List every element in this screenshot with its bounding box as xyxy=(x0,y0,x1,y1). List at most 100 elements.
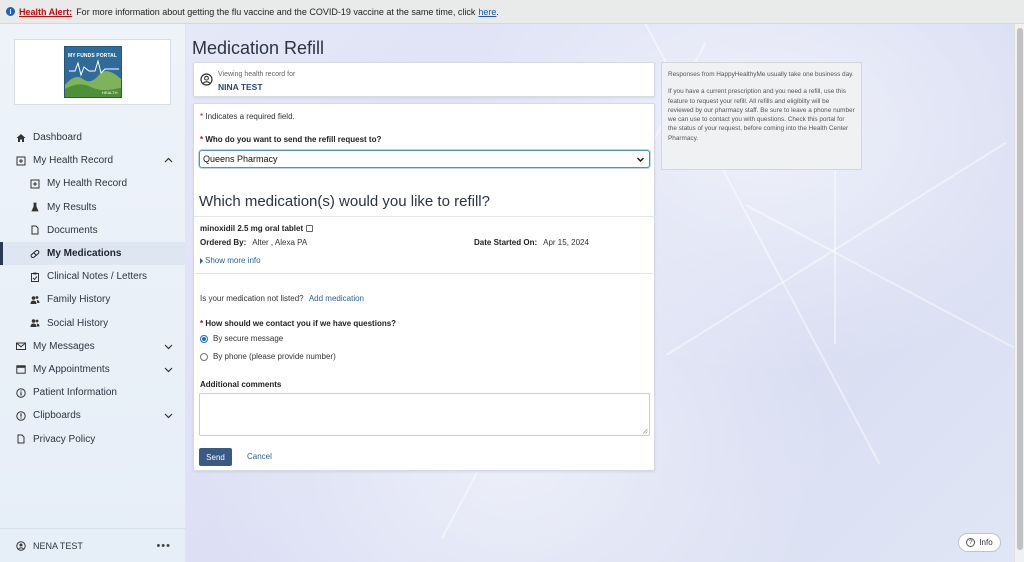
sidebar-item-label: Documents xyxy=(47,224,98,236)
logo-subtitle: HEALTH xyxy=(102,90,118,95)
chevron-down-icon[interactable] xyxy=(163,341,174,352)
not-listed-row: Is your medication not listed? Add medic… xyxy=(200,294,364,303)
sidebar-item-my-messages[interactable]: My Messages xyxy=(0,335,186,358)
sidebar-item-sub-health-record[interactable]: My Health Record xyxy=(0,172,186,195)
sidebar-item-patient-information[interactable]: Patient Information xyxy=(0,381,186,404)
sidebar-item-documents[interactable]: Documents xyxy=(0,219,186,242)
question-icon: ? xyxy=(966,538,976,547)
contact-option-secure-message[interactable]: By secure message xyxy=(200,334,283,343)
contact-option-phone[interactable]: By phone (please provide number) xyxy=(200,352,336,361)
user-group-icon xyxy=(30,318,40,328)
flask-icon xyxy=(30,202,40,212)
date-started-label: Date Started On: xyxy=(474,238,538,247)
medical-folder-icon xyxy=(16,156,26,166)
calendar-icon xyxy=(16,364,26,375)
info-icon: i xyxy=(6,7,15,16)
more-options-icon[interactable]: ••• xyxy=(156,540,171,552)
comments-label: Additional comments xyxy=(200,380,282,389)
scrollbar-thumb[interactable] xyxy=(1017,28,1023,550)
date-started: Date Started On: Apr 15, 2024 xyxy=(474,238,589,247)
users-icon xyxy=(30,295,40,305)
sidebar-item-label: My Messages xyxy=(33,340,95,352)
comments-textarea[interactable] xyxy=(199,393,650,436)
sidebar-item-my-appointments[interactable]: My Appointments xyxy=(0,358,186,381)
user-name: NENA TEST xyxy=(33,540,83,551)
contact-question: * How should we contact you if we have q… xyxy=(200,319,396,328)
medication-row: minoxidil 2.5 mg oral tablet xyxy=(200,224,314,233)
info-paragraph: If you have a current prescription and y… xyxy=(668,88,855,142)
medication-checkbox[interactable] xyxy=(306,225,314,232)
sidebar-item-label: My Medications xyxy=(47,248,122,260)
pharmacy-select[interactable]: Queens Pharmacy xyxy=(199,150,650,168)
exclamation-circle-icon xyxy=(16,411,26,421)
chevron-down-icon[interactable] xyxy=(163,410,174,421)
alert-message: For more information about getting the f… xyxy=(76,6,476,17)
portal-logo[interactable]: MY FUNDS PORTAL HEALTH xyxy=(14,39,171,105)
resize-grip-icon[interactable] xyxy=(642,428,648,434)
page-title: Medication Refill xyxy=(192,38,325,58)
sidebar-item-label: Family History xyxy=(47,294,111,306)
sidebar-item-label: Dashboard xyxy=(33,132,82,144)
sidebar-nav: Dashboard My Health Record My Health Rec… xyxy=(0,126,186,451)
info-circle-icon xyxy=(16,387,26,398)
sidebar-item-label: Patient Information xyxy=(33,387,117,399)
section-divider xyxy=(194,216,656,217)
required-star: * xyxy=(200,135,204,144)
pharmacy-question-text: Who do you want to send the refill reque… xyxy=(205,135,382,144)
sidebar-item-family-history[interactable]: Family History xyxy=(0,288,186,311)
ordered-by-label: Ordered By: xyxy=(200,238,247,247)
patient-name: NINA TEST xyxy=(218,82,263,92)
alert-label[interactable]: Health Alert: xyxy=(19,7,72,17)
pharmacy-select-value: Queens Pharmacy xyxy=(203,154,278,164)
sidebar-item-clinical-notes[interactable]: Clinical Notes / Letters xyxy=(0,265,186,288)
sidebar-item-label: Social History xyxy=(47,317,109,329)
sidebar-item-my-medications[interactable]: My Medications xyxy=(0,241,186,266)
document-icon xyxy=(16,434,26,444)
ordered-by-value: Alter , Alexa PA xyxy=(252,238,308,247)
chevron-down-icon xyxy=(637,157,644,162)
medications-heading: Which medication(s) would you like to re… xyxy=(199,193,490,210)
send-button[interactable]: Send xyxy=(199,448,232,466)
sidebar-item-clipboards[interactable]: Clipboards xyxy=(0,404,186,427)
radio-unselected[interactable] xyxy=(200,352,208,361)
add-medication-link[interactable]: Add medication xyxy=(309,294,364,303)
clipboard-check-icon xyxy=(30,272,40,282)
required-note-text: Indicates a required field. xyxy=(205,112,295,121)
user-account-row[interactable]: NENA TEST ••• xyxy=(0,528,186,562)
cancel-button[interactable]: Cancel xyxy=(247,452,272,461)
contact-option-label: By phone (please provide number) xyxy=(213,352,336,361)
contact-question-text: How should we contact you if we have que… xyxy=(205,319,397,328)
alert-here-link[interactable]: here xyxy=(478,7,496,17)
envelope-icon xyxy=(16,341,26,351)
sidebar-item-dashboard[interactable]: Dashboard xyxy=(0,126,186,149)
radio-selected[interactable] xyxy=(200,334,208,343)
contact-option-label: By secure message xyxy=(213,334,284,343)
page-scrollbar[interactable] xyxy=(1014,24,1024,562)
info-button-label: Info xyxy=(979,538,993,547)
pharmacy-question: * Who do you want to send the refill req… xyxy=(200,135,381,144)
user-circle-icon xyxy=(200,73,213,86)
sidebar-item-label: Clinical Notes / Letters xyxy=(47,271,148,283)
logo-image: MY FUNDS PORTAL HEALTH xyxy=(63,46,122,98)
pill-icon xyxy=(30,249,40,259)
ordered-by: Ordered By: Alter , Alexa PA xyxy=(200,238,307,247)
info-paragraph: Responses from HappyHealthyMe usually ta… xyxy=(668,71,854,78)
sidebar-item-my-results[interactable]: My Results xyxy=(0,196,186,219)
medication-name: minoxidil 2.5 mg oral tablet xyxy=(200,224,304,233)
show-more-text: Show more info xyxy=(205,256,261,265)
refill-form-card: * Indicates a required field. * Who do y… xyxy=(193,103,656,471)
sidebar-item-privacy-policy[interactable]: Privacy Policy xyxy=(0,427,186,450)
caret-right-icon xyxy=(200,257,203,264)
sidebar-item-my-health-record[interactable]: My Health Record xyxy=(0,149,186,172)
sidebar-item-label: Clipboards xyxy=(33,410,81,422)
show-more-info-link[interactable]: Show more info xyxy=(200,256,261,265)
info-button[interactable]: ? Info xyxy=(958,533,1001,552)
refill-info-panel: Responses from HappyHealthyMe usually ta… xyxy=(661,62,862,170)
section-divider xyxy=(194,273,656,274)
sidebar-item-social-history[interactable]: Social History xyxy=(0,312,186,335)
chevron-down-icon[interactable] xyxy=(163,364,174,375)
chevron-up-icon[interactable] xyxy=(163,155,174,166)
required-star: * xyxy=(200,319,204,328)
viewing-label: Viewing health record for xyxy=(218,71,296,78)
not-listed-text: Is your medication not listed? xyxy=(200,294,304,303)
